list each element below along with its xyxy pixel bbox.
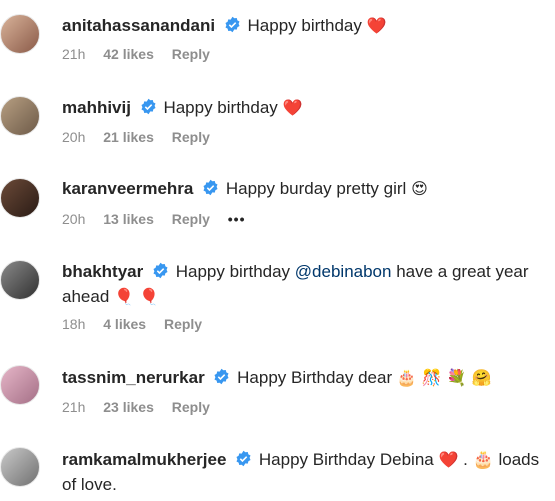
verified-badge-icon bbox=[214, 368, 229, 385]
username[interactable]: tassnim_nerurkar bbox=[62, 368, 205, 387]
timestamp[interactable]: 21h bbox=[62, 399, 85, 415]
comment-meta: 21h 23 likes Reply bbox=[62, 398, 224, 416]
comment-text: ramkamalmukherjee Happy Birthday Debina … bbox=[62, 447, 547, 497]
likes-count[interactable]: 4 likes bbox=[103, 316, 146, 332]
reply-button[interactable]: Reply bbox=[172, 399, 210, 415]
reply-button[interactable]: Reply bbox=[164, 316, 202, 332]
verified-badge-icon bbox=[141, 98, 156, 115]
reply-button[interactable]: Reply bbox=[172, 46, 210, 62]
comment-body: Happy birthday bbox=[163, 98, 278, 117]
avatar[interactable] bbox=[0, 447, 40, 487]
avatar[interactable] bbox=[0, 178, 40, 218]
timestamp[interactable]: 20h bbox=[62, 129, 85, 145]
avatar[interactable] bbox=[0, 96, 40, 136]
verified-badge-icon bbox=[153, 262, 168, 279]
more-options-icon[interactable]: ••• bbox=[228, 211, 246, 227]
likes-count[interactable]: 21 likes bbox=[103, 129, 154, 145]
avatar[interactable] bbox=[0, 260, 40, 300]
reply-button[interactable]: Reply bbox=[172, 129, 210, 145]
timestamp[interactable]: 18h bbox=[62, 316, 85, 332]
username[interactable]: karanveermehra bbox=[62, 179, 193, 198]
verified-badge-icon bbox=[203, 179, 218, 196]
comment-text: karanveermehra Happy burday pretty girl … bbox=[62, 176, 542, 201]
likes-count[interactable]: 42 likes bbox=[103, 46, 154, 62]
comment-meta: 20h 13 likes Reply ••• bbox=[62, 210, 259, 228]
likes-count[interactable]: 23 likes bbox=[103, 399, 154, 415]
avatar[interactable] bbox=[0, 14, 40, 54]
balloon-emoji: 🎈 🎈 bbox=[114, 287, 159, 306]
username[interactable]: mahhivij bbox=[62, 98, 131, 117]
heart-emoji: ❤️ bbox=[438, 450, 459, 469]
heart-emoji: ❤️ bbox=[366, 16, 387, 35]
comment-body: Happy burday pretty girl bbox=[225, 179, 407, 198]
reply-button[interactable]: Reply bbox=[172, 211, 210, 227]
celebration-emoji: 🎂 🎊 💐 🤗 bbox=[396, 368, 492, 387]
avatar[interactable] bbox=[0, 365, 40, 405]
verified-badge-icon bbox=[236, 450, 251, 467]
comment-body: Happy Birthday Debina bbox=[258, 450, 434, 469]
comment-text: anitahassanandani Happy birthday ❤️ bbox=[62, 13, 542, 38]
username[interactable]: bhakhtyar bbox=[62, 262, 143, 281]
heart-eyes-emoji: 😍 bbox=[411, 179, 428, 198]
comment-body: Happy Birthday dear bbox=[237, 368, 393, 387]
comment-body: Happy birthday bbox=[247, 16, 362, 35]
comment-body: Happy birthday bbox=[175, 262, 291, 281]
timestamp[interactable]: 20h bbox=[62, 211, 85, 227]
comment-text: mahhivij Happy birthday ❤️ bbox=[62, 95, 542, 120]
username[interactable]: anitahassanandani bbox=[62, 16, 215, 35]
comment-meta: 20h 21 likes Reply bbox=[62, 128, 224, 146]
timestamp[interactable]: 21h bbox=[62, 46, 85, 62]
comment-meta: 21h 42 likes Reply bbox=[62, 45, 224, 63]
mention-link[interactable]: @debinabon bbox=[295, 262, 392, 281]
heart-emoji: ❤️ bbox=[282, 98, 303, 117]
comment-text: tassnim_nerurkar Happy Birthday dear 🎂 🎊… bbox=[62, 365, 542, 390]
username[interactable]: ramkamalmukherjee bbox=[62, 450, 226, 469]
comment-text: bhakhtyar Happy birthday @debinabon have… bbox=[62, 259, 547, 309]
comment-meta: 18h 4 likes Reply bbox=[62, 315, 216, 333]
likes-count[interactable]: 13 likes bbox=[103, 211, 154, 227]
verified-badge-icon bbox=[225, 16, 240, 33]
